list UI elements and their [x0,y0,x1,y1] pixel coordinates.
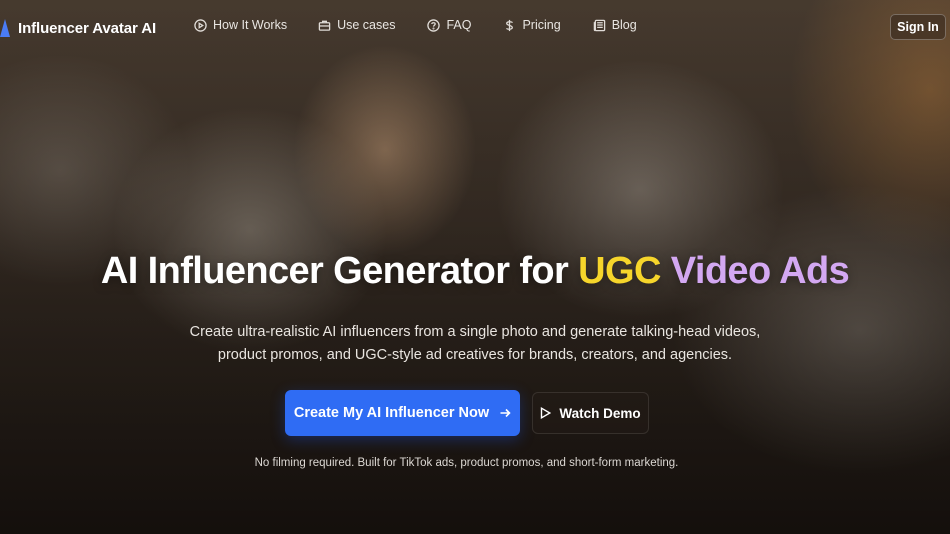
nav-link-label: FAQ [446,18,472,32]
nav-link-use-cases[interactable]: Use cases [318,18,395,32]
brand-logo-link[interactable]: Influencer Avatar AI [0,17,156,39]
nav-link-label: Blog [611,18,637,32]
help-circle-icon [427,18,441,32]
watch-demo-button[interactable]: Watch Demo [532,392,649,434]
logo-icon [0,19,10,37]
nav-link-blog[interactable]: Blog [593,18,637,32]
nav-links: How It Works Use cases FAQ Pricing Blog [194,18,637,32]
nav-link-faq[interactable]: FAQ [427,18,471,32]
play-circle-icon [194,18,207,32]
nav-link-pricing[interactable]: Pricing [503,18,561,32]
nav-link-label: How It Works [213,18,288,32]
nav-link-how-it-works[interactable]: How It Works [194,18,287,32]
brand-name: Influencer Avatar AI [18,19,157,37]
play-icon [541,407,552,419]
headline-highlight-ugc: UGC [578,250,661,292]
hero-subheadline: Create ultra-realistic AI influencers fr… [189,324,761,363]
hero-footnote: No filming required. Built for TikTok ad… [254,457,679,469]
top-navigation: Influencer Avatar AI How It Works Use ca… [0,0,950,56]
watch-demo-button-label: Watch Demo [559,405,641,421]
headline-text: AI Influencer Generator for [100,250,579,292]
briefcase-icon [318,20,331,31]
newspaper-icon [593,19,605,31]
nav-link-label: Pricing [522,18,561,32]
create-influencer-button[interactable]: Create My AI Influencer Now [285,390,520,436]
arrow-right-icon [500,408,511,418]
create-influencer-button-label: Create My AI Influencer Now [293,405,490,421]
headline-highlight-video-ads: Video Ads [670,250,850,292]
sign-in-button[interactable]: Sign In [890,14,946,40]
hero-headline: AI Influencer Generator for UGC Video Ad… [0,250,950,293]
dollar-icon [506,19,514,31]
nav-link-label: Use cases [337,18,396,32]
